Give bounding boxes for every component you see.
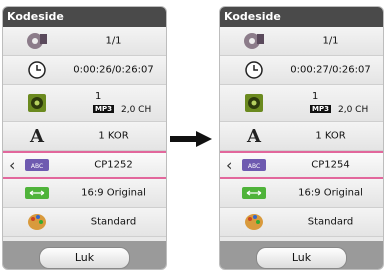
picture-mode-row[interactable]: Standard [3, 208, 166, 237]
aspect-row[interactable]: 16:9 Original [220, 179, 383, 208]
subtitle-value: 1 KOR [98, 130, 129, 142]
aspect-value: 16:9 Original [298, 187, 363, 199]
panel-footer: Luk [3, 241, 166, 269]
title-number-value: 1/1 [105, 35, 122, 47]
options-panel-before: Kodeside 1/1 0:00:26/0:26:07 1 MP3 2,0 C… [2, 6, 167, 270]
audio-track: 1 [95, 91, 102, 102]
palette-icon [24, 213, 50, 231]
disc-icon [241, 32, 267, 50]
audio-channels: 2,0 CH [338, 105, 369, 115]
code-page-row[interactable]: ‹ ABC CP1252 [3, 151, 166, 179]
panel-footer: Luk [220, 241, 383, 269]
font-a-icon: A [247, 125, 261, 147]
picture-mode-value: Standard [90, 216, 137, 228]
chevron-left-icon[interactable]: ‹ [226, 156, 232, 175]
audio-codec-badge: MP3 [93, 105, 114, 113]
audio-channels: 2,0 CH [121, 105, 152, 115]
subtitle-value: 1 KOR [315, 130, 346, 142]
aspect-ratio-icon [24, 184, 50, 202]
audio-track: 1 [312, 91, 319, 102]
close-button[interactable]: Luk [256, 247, 347, 269]
option-list: 1/1 0:00:26/0:26:07 1 MP3 2,0 CH A 1 KOR… [3, 27, 166, 237]
arrow-right-icon [170, 131, 212, 147]
panel-title: Kodeside [3, 7, 166, 27]
picture-mode-row[interactable]: Standard [220, 208, 383, 237]
clock-icon [241, 61, 267, 79]
svg-text:ABC: ABC [31, 163, 43, 170]
disc-icon [24, 32, 50, 50]
time-value: 0:00:27/0:26:07 [290, 64, 371, 76]
svg-text:ABC: ABC [248, 163, 260, 170]
title-number-row[interactable]: 1/1 [220, 27, 383, 56]
font-a-icon: A [30, 125, 44, 147]
options-panel-after: Kodeside 1/1 0:00:27/0:26:07 1 MP3 2,0 C… [219, 6, 384, 270]
code-page-value: CP1252 [94, 159, 133, 171]
palette-icon [241, 213, 267, 231]
speaker-icon [24, 94, 50, 112]
subtitle-row[interactable]: A 1 KOR [220, 122, 383, 151]
time-value: 0:00:26/0:26:07 [73, 64, 154, 76]
audio-row[interactable]: 1 MP3 2,0 CH [220, 85, 383, 122]
title-number-row[interactable]: 1/1 [3, 27, 166, 56]
audio-row[interactable]: 1 MP3 2,0 CH [3, 85, 166, 122]
aspect-value: 16:9 Original [81, 187, 146, 199]
speaker-icon [241, 94, 267, 112]
option-list: 1/1 0:00:27/0:26:07 1 MP3 2,0 CH A 1 KOR… [220, 27, 383, 237]
title-number-value: 1/1 [322, 35, 339, 47]
audio-codec-badge: MP3 [310, 105, 331, 113]
code-page-row[interactable]: ‹ ABC CP1254 [220, 151, 383, 179]
abc-icon: ABC [24, 156, 50, 174]
close-button[interactable]: Luk [39, 247, 130, 269]
time-row[interactable]: 0:00:27/0:26:07 [220, 56, 383, 85]
panel-title: Kodeside [220, 7, 383, 27]
clock-icon [24, 61, 50, 79]
aspect-row[interactable]: 16:9 Original [3, 179, 166, 208]
code-page-value: CP1254 [311, 159, 350, 171]
subtitle-row[interactable]: A 1 KOR [3, 122, 166, 151]
chevron-left-icon[interactable]: ‹ [9, 156, 15, 175]
abc-icon: ABC [241, 156, 267, 174]
aspect-ratio-icon [241, 184, 267, 202]
picture-mode-value: Standard [307, 216, 354, 228]
time-row[interactable]: 0:00:26/0:26:07 [3, 56, 166, 85]
